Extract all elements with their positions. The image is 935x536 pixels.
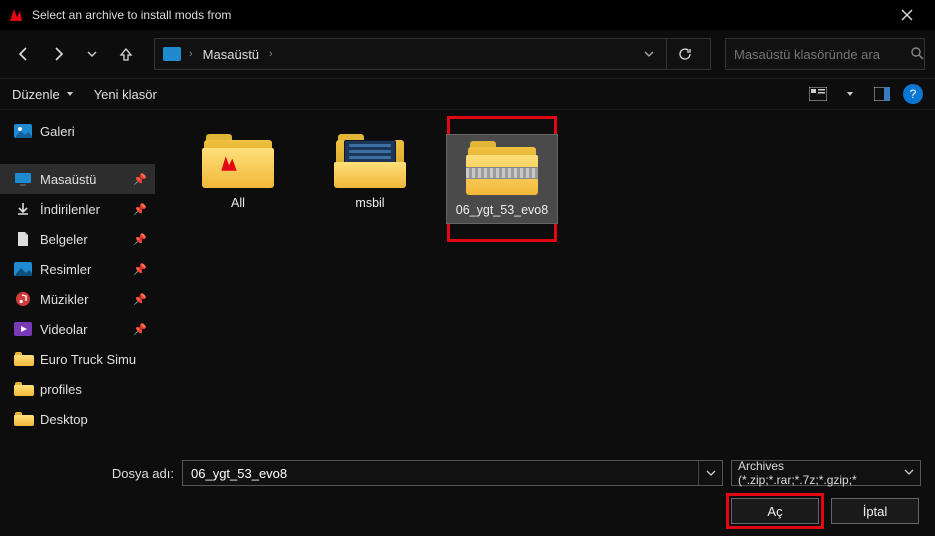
search-input[interactable] — [734, 47, 910, 62]
breadcrumb-segment[interactable]: Masaüstü — [199, 45, 263, 64]
forward-button[interactable] — [44, 40, 72, 68]
filter-label: Archives (*.zip;*.rar;*.7z;*.gzip;* — [738, 459, 904, 487]
document-icon — [14, 231, 32, 247]
zip-icon — [466, 141, 538, 197]
file-item-folder[interactable]: All — [183, 128, 293, 216]
address-bar[interactable]: › Masaüstü › — [154, 38, 711, 70]
sidebar-item-label: İndirilenler — [40, 202, 100, 217]
file-pane[interactable]: All msbil 06_ygt_53_evo8 — [155, 110, 935, 450]
sidebar-item-label: Videolar — [40, 322, 87, 337]
title-bar: Select an archive to install mods from — [0, 0, 935, 30]
dialog-footer: Dosya adı: Archives (*.zip;*.rar;*.7z;*.… — [0, 450, 935, 536]
search-icon — [910, 46, 924, 63]
folder-icon — [202, 134, 274, 190]
pin-icon: 📌 — [133, 293, 147, 306]
folder-icon — [14, 411, 32, 427]
preview-pane-button[interactable] — [871, 83, 893, 105]
organize-label: Düzenle — [12, 87, 60, 102]
sidebar: Galeri Masaüstü 📌 İndirilenler 📌 Belgele… — [0, 110, 155, 450]
refresh-button[interactable] — [666, 38, 702, 70]
filename-label: Dosya adı: — [14, 466, 174, 481]
cancel-button[interactable]: İptal — [831, 498, 919, 524]
address-dropdown[interactable] — [636, 38, 662, 70]
view-mode-button[interactable] — [807, 83, 829, 105]
sidebar-item-documents[interactable]: Belgeler 📌 — [0, 224, 155, 254]
sidebar-item-pictures[interactable]: Resimler 📌 — [0, 254, 155, 284]
filename-dropdown[interactable] — [698, 461, 722, 485]
file-item-folder[interactable]: msbil — [315, 128, 425, 216]
organize-menu[interactable]: Düzenle — [12, 87, 74, 102]
sidebar-item-label: Galeri — [40, 124, 75, 139]
help-button[interactable]: ? — [903, 84, 923, 104]
close-button[interactable] — [887, 0, 927, 30]
sidebar-item-label: Euro Truck Simu — [40, 352, 136, 367]
folder-icon — [14, 381, 32, 397]
sidebar-item-folder[interactable]: Desktop — [0, 404, 155, 434]
pictures-icon — [14, 261, 32, 277]
sidebar-spacer — [0, 146, 155, 164]
sidebar-item-label: Desktop — [40, 412, 88, 427]
toolbar: Düzenle Yeni klasör ? — [0, 78, 935, 110]
app-icon — [8, 7, 24, 23]
sidebar-item-label: Resimler — [40, 262, 91, 277]
nav-bar: › Masaüstü › — [0, 30, 935, 78]
explorer-body: Galeri Masaüstü 📌 İndirilenler 📌 Belgele… — [0, 110, 935, 450]
file-label: msbil — [355, 196, 384, 210]
gallery-icon — [14, 123, 32, 139]
sidebar-item-gallery[interactable]: Galeri — [0, 116, 155, 146]
sidebar-item-folder[interactable]: profiles — [0, 374, 155, 404]
up-button[interactable] — [112, 40, 140, 68]
search-box[interactable] — [725, 38, 925, 70]
filename-combobox[interactable] — [182, 460, 723, 486]
folder-icon — [334, 134, 406, 190]
window-title: Select an archive to install mods from — [32, 8, 887, 22]
pc-icon — [163, 47, 181, 61]
pin-icon: 📌 — [133, 233, 147, 246]
pin-icon: 📌 — [133, 203, 147, 216]
chevron-right-icon: › — [187, 48, 195, 60]
file-label: All — [231, 196, 245, 210]
sidebar-item-label: Belgeler — [40, 232, 88, 247]
file-item-archive-highlighted[interactable]: 06_ygt_53_evo8 — [447, 116, 557, 242]
file-label: 06_ygt_53_evo8 — [456, 203, 548, 217]
pin-icon: 📌 — [133, 263, 147, 276]
filter-dropdown[interactable] — [904, 466, 914, 480]
recent-dropdown[interactable] — [78, 40, 106, 68]
videos-icon — [14, 321, 32, 337]
view-dropdown[interactable] — [839, 83, 861, 105]
chevron-right-icon: › — [267, 48, 275, 60]
sidebar-item-label: profiles — [40, 382, 82, 397]
sidebar-item-folder[interactable]: Euro Truck Simu — [0, 344, 155, 374]
new-folder-button[interactable]: Yeni klasör — [94, 87, 157, 102]
desktop-icon — [14, 171, 32, 187]
sidebar-item-label: Masaüstü — [40, 172, 96, 187]
pin-icon: 📌 — [133, 323, 147, 336]
back-button[interactable] — [10, 40, 38, 68]
pin-icon: 📌 — [133, 173, 147, 186]
filetype-filter[interactable]: Archives (*.zip;*.rar;*.7z;*.gzip;* — [731, 460, 921, 486]
sidebar-item-music[interactable]: Müzikler 📌 — [0, 284, 155, 314]
sidebar-item-desktop[interactable]: Masaüstü 📌 — [0, 164, 155, 194]
file-item-archive[interactable]: 06_ygt_53_evo8 — [447, 135, 557, 223]
download-icon — [14, 201, 32, 217]
open-button[interactable]: Aç — [731, 498, 819, 524]
filename-input[interactable] — [183, 466, 698, 481]
sidebar-item-downloads[interactable]: İndirilenler 📌 — [0, 194, 155, 224]
sidebar-item-videos[interactable]: Videolar 📌 — [0, 314, 155, 344]
sidebar-item-label: Müzikler — [40, 292, 88, 307]
music-icon — [14, 291, 32, 307]
new-folder-label: Yeni klasör — [94, 87, 157, 102]
folder-icon — [14, 351, 32, 367]
